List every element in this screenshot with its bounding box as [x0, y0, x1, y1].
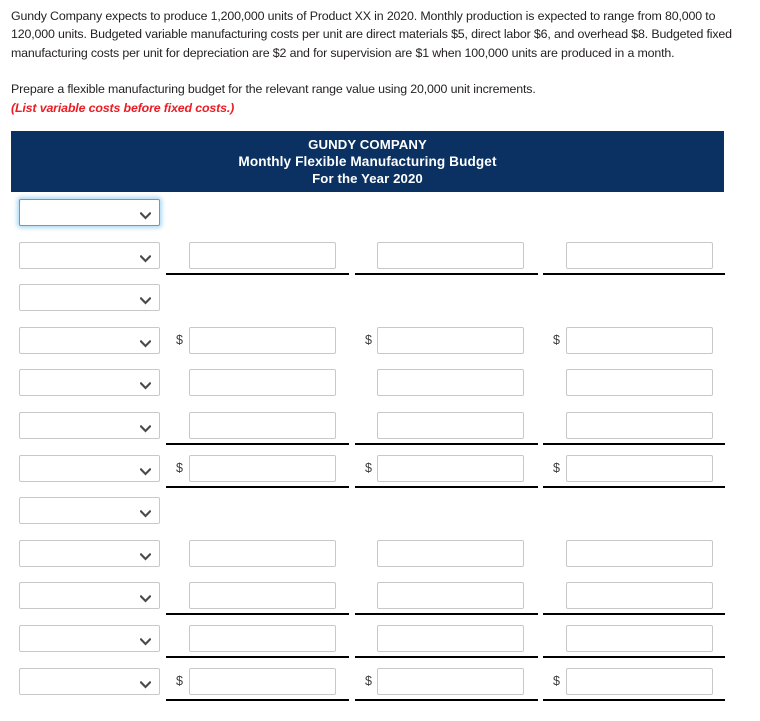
- amount-input-r7-c3[interactable]: [566, 454, 713, 482]
- dollar-sign-icon: $: [365, 332, 372, 347]
- total-rule: [355, 442, 538, 445]
- account-select-11[interactable]: [19, 624, 160, 652]
- amount-input-r2-c3[interactable]: [566, 241, 713, 269]
- total-rule: [543, 613, 725, 616]
- total-rule: [166, 272, 349, 275]
- amount-input-r4-c2[interactable]: [377, 326, 524, 354]
- amount-input-r11-c3[interactable]: [566, 624, 713, 652]
- account-select-8[interactable]: [19, 497, 160, 525]
- dollar-sign-icon: $: [176, 673, 183, 688]
- worksheet-row: [0, 365, 760, 408]
- total-rule: [355, 698, 538, 701]
- dollar-sign-icon: $: [365, 673, 372, 688]
- dollar-sign-icon: $: [176, 460, 183, 475]
- total-rule: [166, 613, 349, 616]
- worksheet-row: [0, 408, 760, 451]
- total-rule: [166, 698, 349, 701]
- amount-input-r12-c2[interactable]: [377, 667, 524, 695]
- worksheet-row: [0, 195, 760, 238]
- banner-report-title: Monthly Flexible Manufacturing Budget: [238, 154, 497, 169]
- problem-statement: Gundy Company expects to produce 1,200,0…: [11, 7, 753, 117]
- dollar-sign-icon: $: [553, 460, 560, 475]
- amount-input-r2-c2[interactable]: [377, 241, 524, 269]
- total-rule: [543, 442, 725, 445]
- amount-input-r12-c1[interactable]: [189, 667, 336, 695]
- problem-instruction-line: Prepare a flexible manufacturing budget …: [11, 80, 753, 117]
- total-rule: [543, 655, 725, 658]
- account-select-2[interactable]: [19, 241, 160, 269]
- total-rule: [543, 698, 725, 701]
- account-select-10[interactable]: [19, 582, 160, 610]
- amount-input-r9-c2[interactable]: [377, 539, 524, 567]
- worksheet-row: [0, 238, 760, 281]
- amount-input-r9-c1[interactable]: [189, 539, 336, 567]
- total-rule: [166, 655, 349, 658]
- worksheet-row: [0, 578, 760, 621]
- amount-input-r11-c1[interactable]: [189, 624, 336, 652]
- worksheet-row: $ $ $: [0, 323, 760, 366]
- budget-worksheet: $ $ $ $ $ $ $ $ $: [0, 195, 760, 706]
- amount-input-r7-c2[interactable]: [377, 454, 524, 482]
- worksheet-row: [0, 621, 760, 664]
- amount-input-r10-c2[interactable]: [377, 582, 524, 610]
- amount-input-r10-c3[interactable]: [566, 582, 713, 610]
- total-rule: [543, 485, 725, 488]
- total-rule: [166, 442, 349, 445]
- amount-input-r6-c2[interactable]: [377, 411, 524, 439]
- account-select-1[interactable]: [19, 199, 160, 226]
- amount-input-r5-c1[interactable]: [189, 369, 336, 397]
- total-rule: [355, 272, 538, 275]
- amount-input-r6-c3[interactable]: [566, 411, 713, 439]
- instruction-text: Prepare a flexible manufacturing budget …: [11, 82, 536, 97]
- account-select-7[interactable]: [19, 454, 160, 482]
- worksheet-row: [0, 536, 760, 579]
- amount-input-r4-c3[interactable]: [566, 326, 713, 354]
- worksheet-row: $ $ $: [0, 451, 760, 494]
- account-select-5[interactable]: [19, 369, 160, 397]
- amount-input-r9-c3[interactable]: [566, 539, 713, 567]
- account-select-4[interactable]: [19, 326, 160, 354]
- account-select-6[interactable]: [19, 411, 160, 439]
- instruction-hint: (List variable costs before fixed costs.…: [11, 100, 235, 115]
- total-rule: [355, 613, 538, 616]
- report-title-banner: GUNDY COMPANY Monthly Flexible Manufactu…: [11, 131, 724, 192]
- amount-input-r6-c1[interactable]: [189, 411, 336, 439]
- amount-input-r11-c2[interactable]: [377, 624, 524, 652]
- total-rule: [543, 272, 725, 275]
- account-select-3[interactable]: [19, 284, 160, 312]
- account-select-12[interactable]: [19, 667, 160, 695]
- dollar-sign-icon: $: [365, 460, 372, 475]
- problem-paragraph: Gundy Company expects to produce 1,200,0…: [11, 9, 732, 60]
- total-rule: [355, 655, 538, 658]
- worksheet-row: $ $ $: [0, 664, 760, 707]
- account-select-9[interactable]: [19, 539, 160, 567]
- amount-input-r2-c1[interactable]: [189, 241, 336, 269]
- dollar-sign-icon: $: [553, 673, 560, 688]
- dollar-sign-icon: $: [553, 332, 560, 347]
- amount-input-r12-c3[interactable]: [566, 667, 713, 695]
- amount-input-r4-c1[interactable]: [189, 326, 336, 354]
- banner-period: For the Year 2020: [312, 171, 423, 186]
- worksheet-row: [0, 280, 760, 323]
- amount-input-r5-c3[interactable]: [566, 369, 713, 397]
- dollar-sign-icon: $: [176, 332, 183, 347]
- amount-input-r7-c1[interactable]: [189, 454, 336, 482]
- total-rule: [355, 485, 538, 488]
- banner-company-name: GUNDY COMPANY: [308, 137, 427, 152]
- total-rule: [166, 485, 349, 488]
- worksheet-row: [0, 493, 760, 536]
- amount-input-r10-c1[interactable]: [189, 582, 336, 610]
- amount-input-r5-c2[interactable]: [377, 369, 524, 397]
